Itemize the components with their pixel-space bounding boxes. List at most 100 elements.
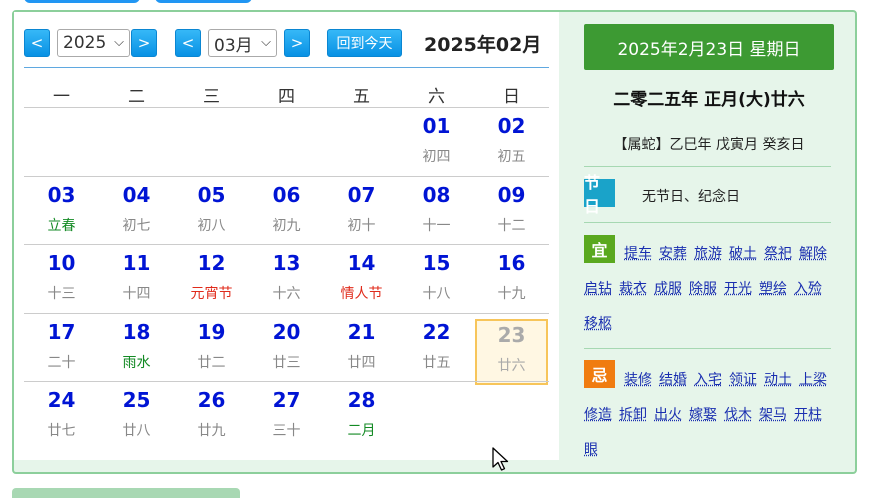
day-cell[interactable]: 25 廿八 [99,382,174,448]
day-cell[interactable]: 16 十九 [474,245,549,311]
day-cell[interactable]: 03 立春 [24,177,99,243]
ji-item[interactable]: 动土 [764,369,792,389]
yi-item[interactable]: 成服 [654,278,682,298]
ji-item[interactable]: 领证 [729,369,757,389]
day-cell[interactable]: 15 十八 [399,245,474,311]
panel-divider [584,222,831,223]
festival-badge: 节日 [584,173,615,216]
yi-item[interactable]: 破土 [729,243,757,263]
bottom-tab[interactable] [12,488,240,498]
prev-month-button[interactable]: < [175,29,201,57]
day-cell[interactable]: 04 初七 [99,177,174,243]
day-cell[interactable]: 01 初四 [399,108,474,174]
day-cell[interactable]: 26 廿九 [174,382,249,448]
weekday-label: 二 [128,87,145,107]
day-number: 22 [422,320,451,344]
day-cell-selected[interactable]: 23 廿六 [475,319,548,385]
yi-item[interactable]: 入殓 [794,278,822,298]
yi-item[interactable]: 开光 [724,278,752,298]
yi-item[interactable]: 移柩 [584,313,612,333]
day-cell[interactable]: 20 廿三 [249,314,324,380]
day-cell[interactable]: 09 十二 [474,177,549,243]
day-cell[interactable]: 05 初八 [174,177,249,243]
next-year-button[interactable]: > [131,29,157,57]
ji-item[interactable]: 出火 [654,404,682,424]
next-month-button[interactable]: > [284,29,310,57]
lunar-label: 元宵节 [190,286,233,302]
month-select[interactable]: 03月 ⌵ [208,29,277,57]
ji-item[interactable]: 结婚 [659,369,687,389]
ji-item[interactable]: 入宅 [694,369,722,389]
day-number: 06 [272,183,301,207]
ji-item[interactable]: 伐木 [724,404,752,424]
yi-item[interactable]: 安葬 [659,243,687,263]
day-number: 18 [122,320,151,344]
day-cell[interactable]: 08 十一 [399,177,474,243]
day-cell[interactable]: 27 三十 [249,382,324,448]
lunar-label: 廿八 [122,423,151,439]
ji-item[interactable]: 拆卸 [619,404,647,424]
yi-item[interactable]: 旅游 [694,243,722,263]
day-cell[interactable]: 22 廿五 [399,314,474,380]
yi-item[interactable]: 祭祀 [764,243,792,263]
year-select-value: 2025 [63,33,107,53]
prev-year-button[interactable]: < [24,29,50,57]
lunar-label: 廿五 [422,355,451,371]
day-cell[interactable]: 14 情人节 [324,245,399,311]
day-cell[interactable]: 21 廿四 [324,314,399,380]
top-tab-left[interactable] [24,0,140,3]
day-number: 12 [197,251,226,275]
day-cell[interactable]: 28 二月 [324,382,399,448]
ji-item[interactable]: 修造 [584,404,612,424]
day-cell[interactable]: 17 二十 [24,314,99,380]
day-cell[interactable]: 19 廿二 [174,314,249,380]
yi-item[interactable]: 裁衣 [619,278,647,298]
day-cell[interactable]: 06 初九 [249,177,324,243]
yi-item[interactable]: 启钻 [584,278,612,298]
day-number: 16 [497,251,526,275]
row-divider [24,381,549,382]
ji-item[interactable]: 眼 [584,439,598,459]
day-cell[interactable]: 13 十六 [249,245,324,311]
day-number: 24 [47,388,76,412]
day-number: 02 [497,114,526,138]
toolbar-divider [24,67,549,68]
day-cell[interactable]: 18 雨水 [99,314,174,380]
lunar-label: 廿七 [47,423,76,439]
lunar-label: 立春 [47,218,76,234]
back-to-today-button[interactable]: 回到今天 [327,29,402,57]
year-select[interactable]: 2025 ⌵ [57,29,130,57]
day-number: 04 [122,183,151,207]
mouse-cursor-icon [492,447,509,471]
day-cell[interactable]: 02 初五 [474,108,549,174]
day-cell[interactable]: 24 廿七 [24,382,99,448]
lunar-label: 廿九 [197,423,226,439]
day-number: 25 [122,388,151,412]
ji-item[interactable]: 装修 [624,369,652,389]
day-number: 19 [197,320,226,344]
day-cell[interactable]: 11 十四 [99,245,174,311]
day-number: 01 [422,114,451,138]
lunar-label: 情人节 [340,286,383,302]
weekday-label: 五 [353,87,370,107]
yi-item[interactable]: 提车 [624,243,652,263]
lunar-label: 廿三 [272,355,301,371]
yi-item[interactable]: 除服 [689,278,717,298]
row-divider [24,244,549,245]
day-cell[interactable]: 10 十三 [24,245,99,311]
yi-badge: 宜 [584,235,615,263]
ji-item[interactable]: 架马 [759,404,787,424]
yi-item[interactable]: 塑绘 [759,278,787,298]
lunar-label: 十三 [47,286,76,302]
ji-item[interactable]: 嫁娶 [689,404,717,424]
lunar-label: 初十 [347,218,376,234]
top-tab-right[interactable] [155,0,252,3]
ji-item[interactable]: 开柱 [794,404,822,424]
lunar-label: 十一 [422,218,451,234]
day-number: 23 [497,323,526,347]
day-cell[interactable]: 07 初十 [324,177,399,243]
day-cell[interactable]: 12 元宵节 [174,245,249,311]
yi-item[interactable]: 解除 [799,243,827,263]
lunar-label: 三十 [272,423,301,439]
ji-item[interactable]: 上梁 [799,369,827,389]
